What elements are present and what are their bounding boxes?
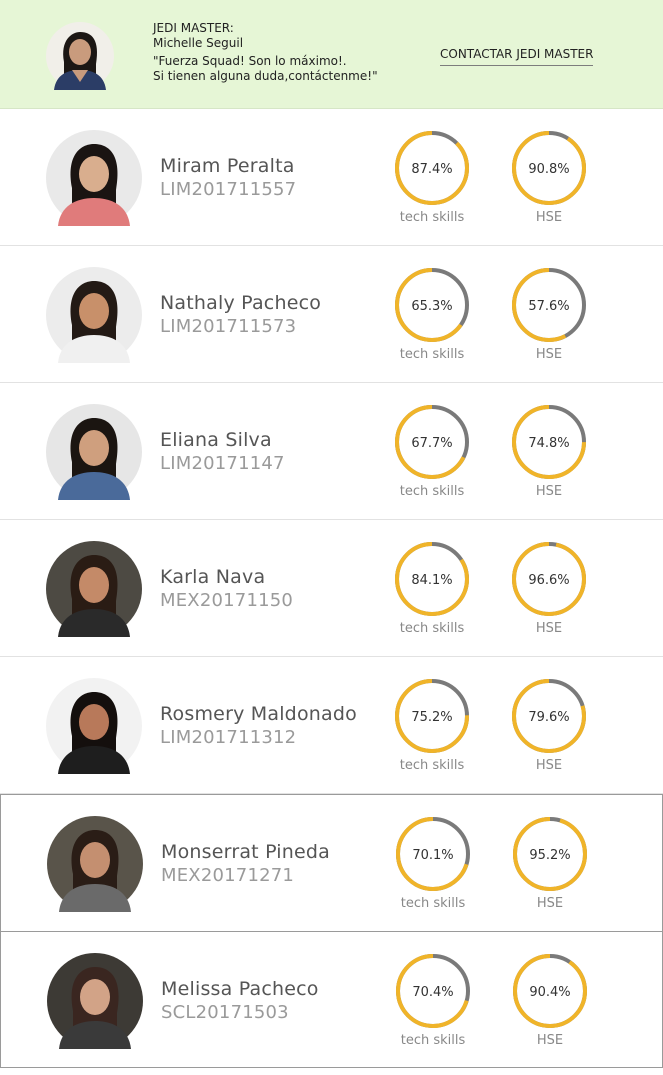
student-code: MEX20171150 xyxy=(160,590,294,611)
student-card[interactable]: Melissa Pacheco SCL20171503 70.4% tech skil… xyxy=(0,931,663,1068)
percentage-value: 70.1% xyxy=(412,848,453,863)
student-avatar xyxy=(46,541,142,637)
progress-ring: 96.6% xyxy=(512,542,586,616)
progress-ring: 90.8% xyxy=(512,131,586,205)
student-avatar xyxy=(47,816,143,912)
hse-label: HSE xyxy=(536,896,564,911)
hse-label: HSE xyxy=(535,347,563,362)
tech-skills-gauge: 70.4% tech skills xyxy=(388,951,478,1048)
student-code: LIM201711557 xyxy=(160,179,297,200)
hse-gauge: 96.6% HSE xyxy=(504,539,594,636)
jedi-master-role: JEDI MASTER: xyxy=(153,21,234,35)
student-card[interactable]: Eliana Silva LIM20171147 67.7% tech skills 7… xyxy=(0,383,663,520)
progress-ring: 79.6% xyxy=(512,679,586,753)
hse-gauge: 79.6% HSE xyxy=(504,676,594,773)
progress-ring: 75.2% xyxy=(395,679,469,753)
student-name: Nathaly Pacheco xyxy=(160,292,322,314)
hse-gauge: 95.2% HSE xyxy=(505,814,595,911)
tech-skills-gauge: 75.2% tech skills xyxy=(387,676,477,773)
tech-skills-label: tech skills xyxy=(399,484,465,499)
percentage-value: 95.2% xyxy=(529,848,570,863)
student-name: Melissa Pacheco xyxy=(161,978,319,1000)
progress-ring: 57.6% xyxy=(512,268,586,342)
percentage-value: 70.4% xyxy=(412,985,453,1000)
student-avatar xyxy=(46,130,142,226)
progress-ring: 95.2% xyxy=(513,817,587,891)
tech-skills-gauge: 70.1% tech skills xyxy=(388,814,478,911)
student-name: Eliana Silva xyxy=(160,429,272,451)
student-name: Monserrat Pineda xyxy=(161,841,331,863)
jedi-master-header: JEDI MASTER: Michelle Seguil "Fuerza Squ… xyxy=(0,0,663,109)
percentage-value: 74.8% xyxy=(528,436,569,451)
hse-label: HSE xyxy=(535,621,563,636)
percentage-value: 90.4% xyxy=(529,985,570,1000)
progress-ring: 84.1% xyxy=(395,542,469,616)
student-name: Karla Nava xyxy=(160,566,266,588)
student-card[interactable]: Karla Nava MEX20171150 84.1% tech skills 96.… xyxy=(0,520,663,657)
tech-skills-label: tech skills xyxy=(399,621,465,636)
percentage-value: 65.3% xyxy=(411,299,452,314)
student-avatar xyxy=(47,953,143,1049)
tech-skills-label: tech skills xyxy=(399,347,465,362)
progress-ring: 70.1% xyxy=(396,817,470,891)
tech-skills-gauge: 65.3% tech skills xyxy=(387,265,477,362)
tech-skills-gauge: 84.1% tech skills xyxy=(387,539,477,636)
hse-gauge: 90.8% HSE xyxy=(504,128,594,225)
student-card[interactable]: Nathaly Pacheco LIM201711573 65.3% tech ski… xyxy=(0,246,663,383)
student-code: LIM201711573 xyxy=(160,316,297,337)
tech-skills-gauge: 67.7% tech skills xyxy=(387,402,477,499)
tech-skills-label: tech skills xyxy=(399,210,465,225)
student-avatar xyxy=(46,267,142,363)
student-name: Miram Peralta xyxy=(160,155,295,177)
hse-gauge: 90.4% HSE xyxy=(505,951,595,1048)
hse-label: HSE xyxy=(535,484,563,499)
progress-ring: 90.4% xyxy=(513,954,587,1028)
hse-label: HSE xyxy=(535,210,563,225)
hse-label: HSE xyxy=(535,758,563,773)
hse-label: HSE xyxy=(536,1033,564,1048)
jedi-master-quote: "Fuerza Squad! Son lo máximo!. Si tienen… xyxy=(153,54,378,83)
hse-gauge: 57.6% HSE xyxy=(504,265,594,362)
contact-jedi-master-link[interactable]: CONTACTAR JEDI MASTER xyxy=(440,47,594,66)
percentage-value: 75.2% xyxy=(411,710,452,725)
student-card[interactable]: Rosmery Maldonado LIM201711312 75.2% tech s… xyxy=(0,657,663,794)
hse-gauge: 74.8% HSE xyxy=(504,402,594,499)
student-code: LIM201711312 xyxy=(160,727,297,748)
progress-ring: 67.7% xyxy=(395,405,469,479)
percentage-value: 79.6% xyxy=(528,710,569,725)
percentage-value: 84.1% xyxy=(411,573,452,588)
percentage-value: 87.4% xyxy=(411,162,452,177)
tech-skills-label: tech skills xyxy=(399,758,465,773)
student-code: MEX20171271 xyxy=(161,865,295,886)
jedi-master-name: Michelle Seguil xyxy=(153,36,244,50)
tech-skills-label: tech skills xyxy=(400,1033,466,1048)
percentage-value: 57.6% xyxy=(528,299,569,314)
student-avatar xyxy=(46,678,142,774)
student-name: Rosmery Maldonado xyxy=(160,703,357,725)
student-avatar xyxy=(46,404,142,500)
student-code: SCL20171503 xyxy=(161,1002,289,1023)
page: JEDI MASTER: Michelle Seguil "Fuerza Squ… xyxy=(0,0,663,1075)
tech-skills-gauge: 87.4% tech skills xyxy=(387,128,477,225)
student-code: LIM20171147 xyxy=(160,453,285,474)
tech-skills-label: tech skills xyxy=(400,896,466,911)
progress-ring: 74.8% xyxy=(512,405,586,479)
student-list: Miram Peralta LIM201711557 87.4% tech skill… xyxy=(0,109,663,1068)
progress-ring: 70.4% xyxy=(396,954,470,1028)
student-card[interactable]: Miram Peralta LIM201711557 87.4% tech skill… xyxy=(0,109,663,246)
progress-ring: 87.4% xyxy=(395,131,469,205)
percentage-value: 90.8% xyxy=(528,162,569,177)
student-card[interactable]: Monserrat Pineda MEX20171271 70.1% tech ski… xyxy=(0,794,663,931)
jedi-master-info: JEDI MASTER: Michelle Seguil "Fuerza Squ… xyxy=(153,21,378,84)
percentage-value: 67.7% xyxy=(411,436,452,451)
percentage-value: 96.6% xyxy=(528,573,569,588)
progress-ring: 65.3% xyxy=(395,268,469,342)
jedi-master-avatar xyxy=(46,22,114,90)
